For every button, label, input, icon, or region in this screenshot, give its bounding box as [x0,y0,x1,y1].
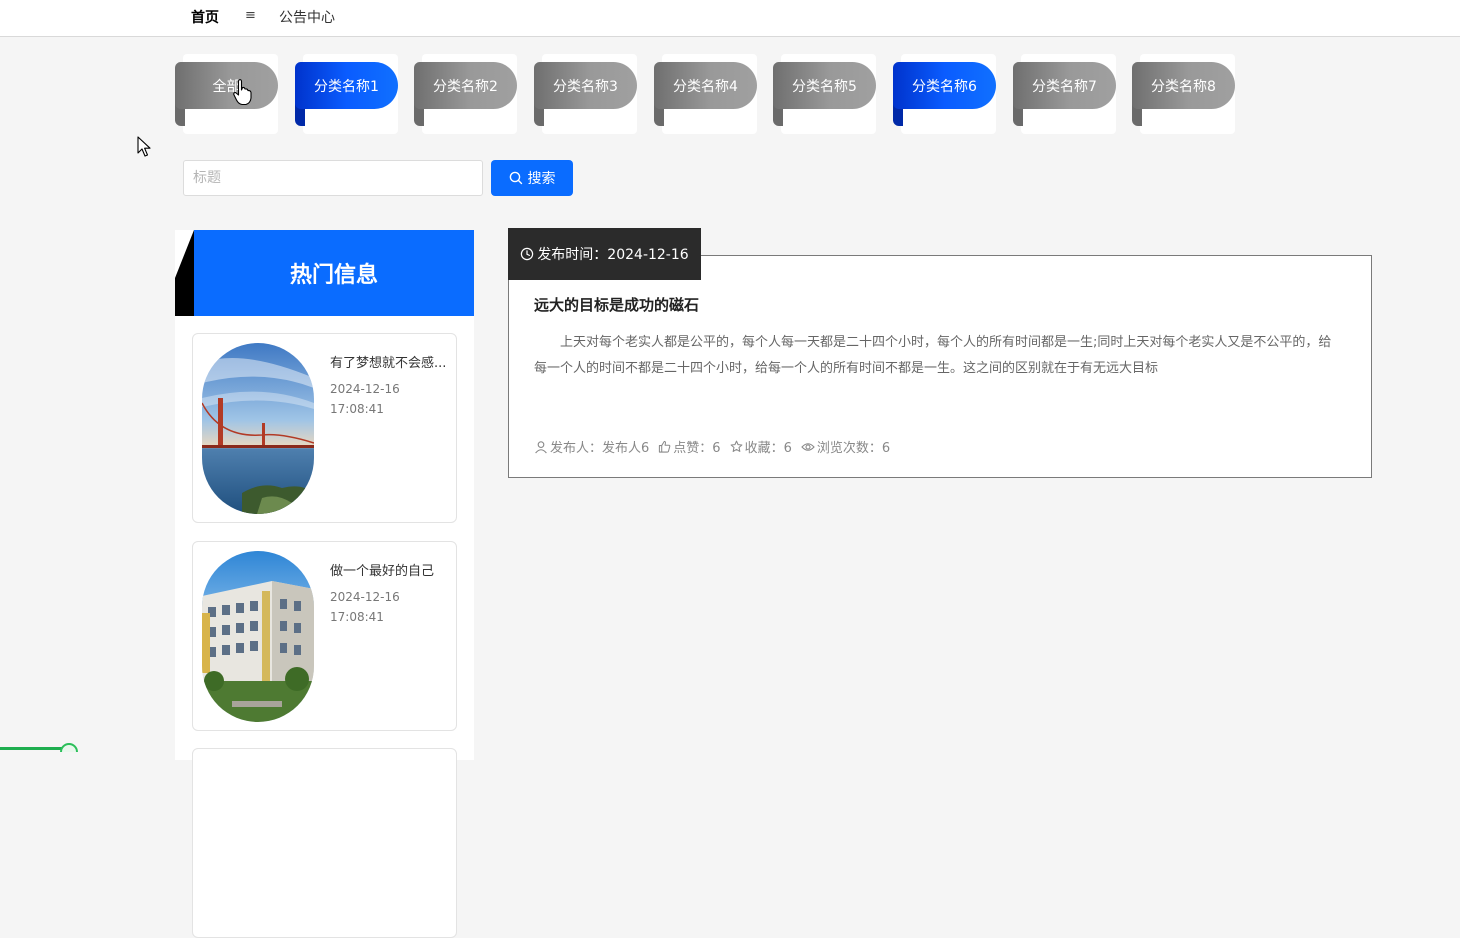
article-publisher: 发布人：发布人6 [534,437,649,456]
category-tab-label: 分类名称3 [534,62,637,109]
star-icon [730,440,742,452]
hot-info-title: 热门信息 [289,263,378,288]
hot-info-item-datetime: 2024-12-16 17:08:41 [330,587,400,627]
category-tab-5[interactable]: 分类名称5 [773,54,876,134]
likes-text: 点赞：6 [673,441,721,456]
eye-icon [801,442,815,451]
clock-icon [521,247,534,261]
search-icon [509,171,522,185]
favorites-text: 收藏：6 [744,441,792,456]
article-views: 浏览次数：6 [801,437,890,456]
article-title[interactable]: 远大的目标是成功的磁石 [534,294,699,315]
hot-info-card[interactable] [192,748,457,938]
category-tab-label: 分类名称8 [1132,62,1235,109]
hot-info-item-title[interactable]: 做一个最好的自己 [330,560,450,579]
category-tab-label: 分类名称2 [414,62,517,109]
menu-icon[interactable]: ≡ [245,8,256,23]
category-tab-label: 全部 [175,62,278,109]
category-tab-label: 分类名称7 [1013,62,1116,109]
category-tab-4[interactable]: 分类名称4 [654,54,757,134]
category-tab-6[interactable]: 分类名称6 [893,54,996,134]
category-tab-3[interactable]: 分类名称3 [534,54,637,134]
search-button-label: 搜索 [527,171,556,187]
hot-info-item-date: 2024-12-16 [330,382,400,396]
nav-home-link[interactable]: 首页 [191,7,219,27]
article-likes[interactable]: 点赞：6 [658,437,721,456]
category-tab-all[interactable]: 全部 [175,54,278,134]
hot-info-item-date: 2024-12-16 [330,590,400,604]
hot-info-item-time: 17:08:41 [330,610,384,624]
publish-date-tag: 发布时间：2024-12-16 [508,228,701,280]
top-navbar: 首页 ≡ 公告中心 [0,0,1460,37]
building-photo [202,551,314,722]
hot-info-item-time: 17:08:41 [330,402,384,416]
hot-info-image-building[interactable] [202,551,314,722]
category-tab-2[interactable]: 分类名称2 [414,54,517,134]
nav-notice-center-link[interactable]: 公告中心 [279,7,335,27]
hot-info-panel: 热门信息 有了梦想就不会感... 2024-12-16 17:08:41 做一个… [175,230,474,938]
views-text: 浏览次数：6 [816,441,891,456]
publish-date-label: 发布时间：2024-12-16 [537,247,689,263]
hot-info-header: 热门信息 [175,230,474,316]
article-meta: 发布人：发布人6 点赞：6 收藏：6 浏览次数：6 [534,437,899,456]
category-tab-7[interactable]: 分类名称7 [1013,54,1116,134]
search-button[interactable]: 搜索 [491,160,573,196]
article-favorites[interactable]: 收藏：6 [730,437,792,456]
category-tab-label: 分类名称6 [893,62,996,109]
bridge-photo [202,343,314,514]
category-tab-1[interactable]: 分类名称1 [295,54,398,134]
article-summary: 上天对每个老实人都是公平的，每个人每一天都是二十四个小时，每个人的所有时间都是一… [534,335,1332,376]
hot-info-card[interactable]: 有了梦想就不会感... 2024-12-16 17:08:41 [192,333,457,523]
category-tab-8[interactable]: 分类名称8 [1132,54,1235,134]
hot-info-image-bridge[interactable] [202,343,314,514]
hot-info-item-title[interactable]: 有了梦想就不会感... [330,352,450,371]
hot-info-card[interactable]: 做一个最好的自己 2024-12-16 17:08:41 [192,541,457,731]
category-tab-label: 分类名称4 [654,62,757,109]
thumbs-up-icon [659,440,671,453]
publisher-text: 发布人：发布人6 [550,441,650,456]
user-icon [535,440,547,453]
hot-info-item-datetime: 2024-12-16 17:08:41 [330,379,400,419]
hot-header-slant [175,230,194,278]
hand-cursor-icon [233,79,252,106]
arrow-cursor-icon [137,136,151,157]
category-tab-label: 分类名称5 [773,62,876,109]
search-input[interactable] [183,160,483,196]
floating-widget-icon[interactable] [0,742,80,752]
category-tab-label: 分类名称1 [295,62,398,109]
